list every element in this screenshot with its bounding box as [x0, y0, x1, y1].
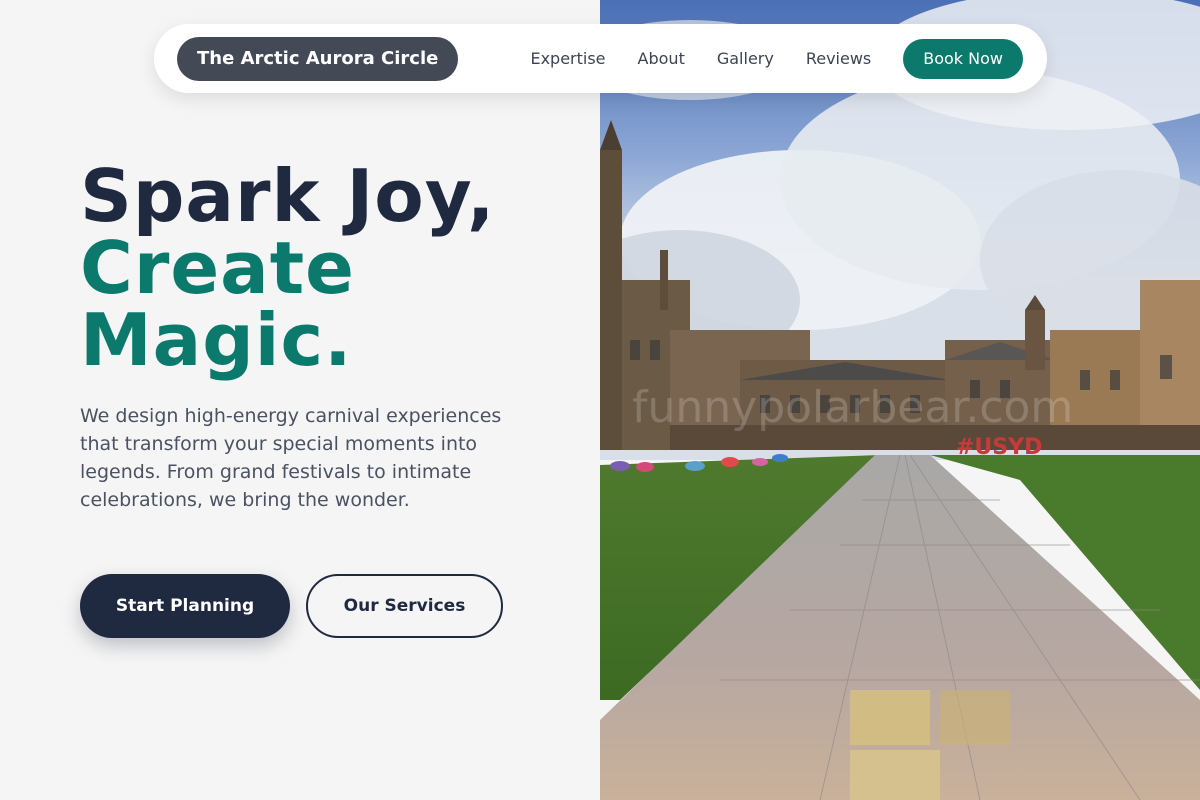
brand-logo[interactable]: The Arctic Aurora Circle — [177, 36, 459, 81]
book-now-button[interactable]: Book Now — [903, 38, 1023, 79]
start-planning-button[interactable]: Start Planning — [80, 574, 290, 638]
nav-links: Expertise About Gallery Reviews Book Now — [530, 38, 1023, 79]
watermark: funnypolarbear.com — [632, 382, 1073, 433]
hero-description: We design high-energy carnival experienc… — [80, 405, 502, 511]
left-panel — [0, 0, 600, 800]
quadrangle-photo: #USYD funnypolarbear.com — [600, 0, 1200, 800]
hero-title-line1: Spark Joy, — [80, 154, 496, 238]
nav-link-gallery[interactable]: Gallery — [717, 49, 774, 68]
usyd-sign: #USYD — [956, 435, 1042, 460]
hero-title-line3: Magic. — [80, 298, 353, 382]
hero-title-line2: Create — [80, 226, 356, 310]
our-services-button[interactable]: Our Services — [306, 574, 503, 638]
nav-link-expertise[interactable]: Expertise — [530, 49, 605, 68]
nav-bar: The Arctic Aurora Circle Expertise About… — [154, 24, 1047, 93]
hero-photo: #USYD funnypolarbear.com — [600, 0, 1200, 800]
nav-link-about[interactable]: About — [638, 49, 685, 68]
nav-link-reviews[interactable]: Reviews — [806, 49, 871, 68]
hero-title: Spark Joy, Create Magic. — [80, 160, 495, 376]
